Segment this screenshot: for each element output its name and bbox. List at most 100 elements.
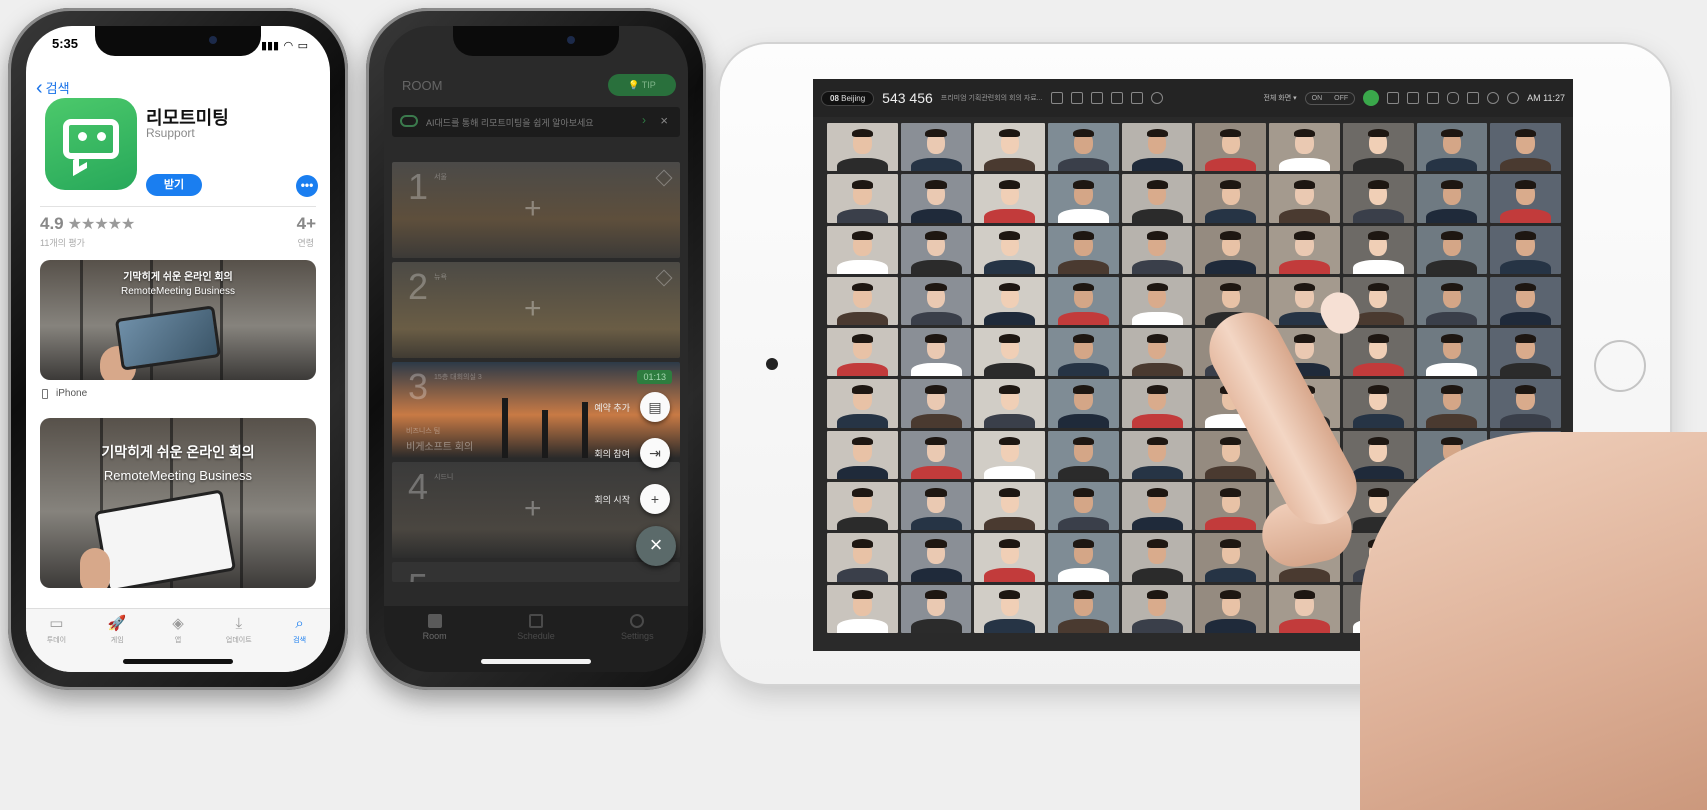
close-icon[interactable]: × [660, 113, 668, 128]
participant-video-tile[interactable] [1342, 379, 1414, 428]
participant-video-tile[interactable] [1416, 123, 1488, 172]
tab-search[interactable]: ⌕ 검색 [269, 615, 330, 672]
record-icon[interactable] [1150, 92, 1163, 104]
participant-video-tile[interactable] [1269, 584, 1340, 633]
participant-video-tile[interactable] [1490, 225, 1561, 274]
participant-video-tile[interactable] [827, 174, 898, 223]
start-meeting-action[interactable]: 회의 시작 + [594, 484, 670, 514]
participant-video-tile[interactable] [974, 482, 1046, 531]
participant-video-tile[interactable] [1490, 379, 1561, 428]
gear-icon[interactable] [1487, 92, 1500, 104]
participant-video-tile[interactable] [900, 276, 972, 326]
app-screenshot-1[interactable]: 기막히게 쉬운 온라인 회의 RemoteMeeting Business [40, 260, 316, 380]
home-button[interactable] [1594, 340, 1646, 392]
participant-video-tile[interactable] [1048, 225, 1119, 274]
microphone-icon[interactable] [1447, 92, 1460, 104]
participant-video-tile[interactable] [974, 225, 1046, 274]
close-menu-button[interactable]: × [636, 526, 676, 566]
participant-video-tile[interactable] [827, 584, 898, 633]
participant-video-tile[interactable] [1490, 174, 1561, 223]
lock-icon[interactable] [1050, 92, 1063, 104]
participant-video-tile[interactable] [1195, 123, 1267, 172]
participant-video-tile[interactable] [1195, 482, 1267, 531]
hand-raise-icon[interactable] [1363, 90, 1380, 106]
room-card[interactable]: 1 서울 + [392, 162, 680, 258]
participant-video-tile[interactable] [900, 533, 972, 582]
participant-video-tile[interactable] [900, 174, 972, 223]
participant-video-tile[interactable] [1416, 225, 1488, 274]
participant-video-tile[interactable] [1121, 276, 1193, 326]
tab-today[interactable]: ▭ 투데이 [26, 615, 87, 672]
video-icon[interactable] [1427, 92, 1440, 104]
participant-video-tile[interactable] [1121, 584, 1193, 633]
participant-video-tile[interactable] [900, 225, 972, 274]
participant-video-tile[interactable] [1121, 225, 1193, 274]
participant-video-tile[interactable] [1195, 225, 1267, 274]
more-options-button[interactable]: ••• [296, 175, 318, 197]
participant-video-tile[interactable] [827, 430, 898, 480]
participant-video-tile[interactable] [1048, 174, 1119, 223]
participant-video-tile[interactable] [1342, 328, 1414, 377]
participant-video-tile[interactable] [1416, 328, 1488, 377]
participant-video-tile[interactable] [1048, 123, 1119, 172]
participant-video-tile[interactable] [827, 276, 898, 326]
participant-video-tile[interactable] [974, 276, 1046, 326]
grid-layout-icon[interactable] [1387, 92, 1400, 104]
participant-video-tile[interactable] [1490, 328, 1561, 377]
participant-video-tile[interactable] [974, 430, 1046, 480]
fullscreen-icon[interactable] [1467, 92, 1480, 104]
room-card[interactable]: 5 [392, 562, 680, 582]
participant-video-tile[interactable] [1048, 379, 1119, 428]
participant-video-tile[interactable] [1121, 123, 1193, 172]
participant-video-tile[interactable] [900, 482, 972, 531]
participant-video-tile[interactable] [827, 482, 898, 531]
participant-video-tile[interactable] [1121, 533, 1193, 582]
laptop-icon[interactable] [1090, 92, 1103, 104]
back-button[interactable]: ‹ 검색 [36, 78, 70, 98]
participant-video-tile[interactable] [827, 123, 898, 172]
participant-video-tile[interactable] [1048, 482, 1119, 531]
participant-video-tile[interactable] [974, 584, 1046, 633]
add-reservation-action[interactable]: 예약 추가 ▤ [594, 392, 670, 422]
share-screen-icon[interactable] [1407, 92, 1420, 104]
tab-room[interactable]: Room [384, 614, 485, 672]
participant-video-tile[interactable] [974, 533, 1046, 582]
participant-video-tile[interactable] [1269, 174, 1340, 223]
participant-video-tile[interactable] [900, 430, 972, 480]
participant-video-tile[interactable] [1490, 123, 1561, 172]
participant-video-tile[interactable] [1048, 276, 1119, 326]
participant-video-tile[interactable] [900, 584, 972, 633]
participant-video-tile[interactable] [1195, 584, 1267, 633]
participant-video-tile[interactable] [1269, 123, 1340, 172]
document-icon[interactable] [1110, 92, 1123, 104]
developer-name[interactable]: Rsupport [146, 126, 195, 140]
participant-video-tile[interactable] [900, 123, 972, 172]
on-off-toggle[interactable]: ON OFF [1304, 91, 1356, 105]
participant-video-tile[interactable] [1195, 533, 1267, 582]
participant-video-tile[interactable] [1416, 276, 1488, 326]
participant-video-tile[interactable] [827, 533, 898, 582]
participant-video-tile[interactable] [974, 379, 1046, 428]
participant-video-tile[interactable] [974, 328, 1046, 377]
participant-video-tile[interactable] [1121, 430, 1193, 480]
participant-video-tile[interactable] [1269, 225, 1340, 274]
view-mode-select[interactable]: 전체 화면 ▾ [1263, 93, 1296, 103]
participant-video-tile[interactable] [974, 123, 1046, 172]
participant-video-tile[interactable] [900, 379, 972, 428]
info-banner[interactable]: AI대드를 통해 리모트미팅을 쉽게 알아보세요 › × [392, 107, 680, 137]
tab-settings[interactable]: Settings [587, 614, 688, 672]
app-screenshot-2[interactable]: 기막히게 쉬운 온라인 회의 RemoteMeeting Business [40, 418, 316, 588]
camera-icon[interactable] [1130, 92, 1143, 104]
participant-video-tile[interactable] [1342, 225, 1414, 274]
participant-video-tile[interactable] [1195, 174, 1267, 223]
participant-video-tile[interactable] [827, 379, 898, 428]
tip-button[interactable]: 💡 TIP [608, 74, 676, 96]
participant-video-tile[interactable] [1121, 328, 1193, 377]
participant-video-tile[interactable] [1121, 174, 1193, 223]
participant-video-tile[interactable] [1342, 174, 1414, 223]
participant-video-tile[interactable] [1342, 123, 1414, 172]
participant-video-tile[interactable] [1048, 584, 1119, 633]
participant-video-tile[interactable] [1416, 174, 1488, 223]
get-button[interactable]: 받기 [146, 174, 202, 196]
participant-video-tile[interactable] [1121, 482, 1193, 531]
